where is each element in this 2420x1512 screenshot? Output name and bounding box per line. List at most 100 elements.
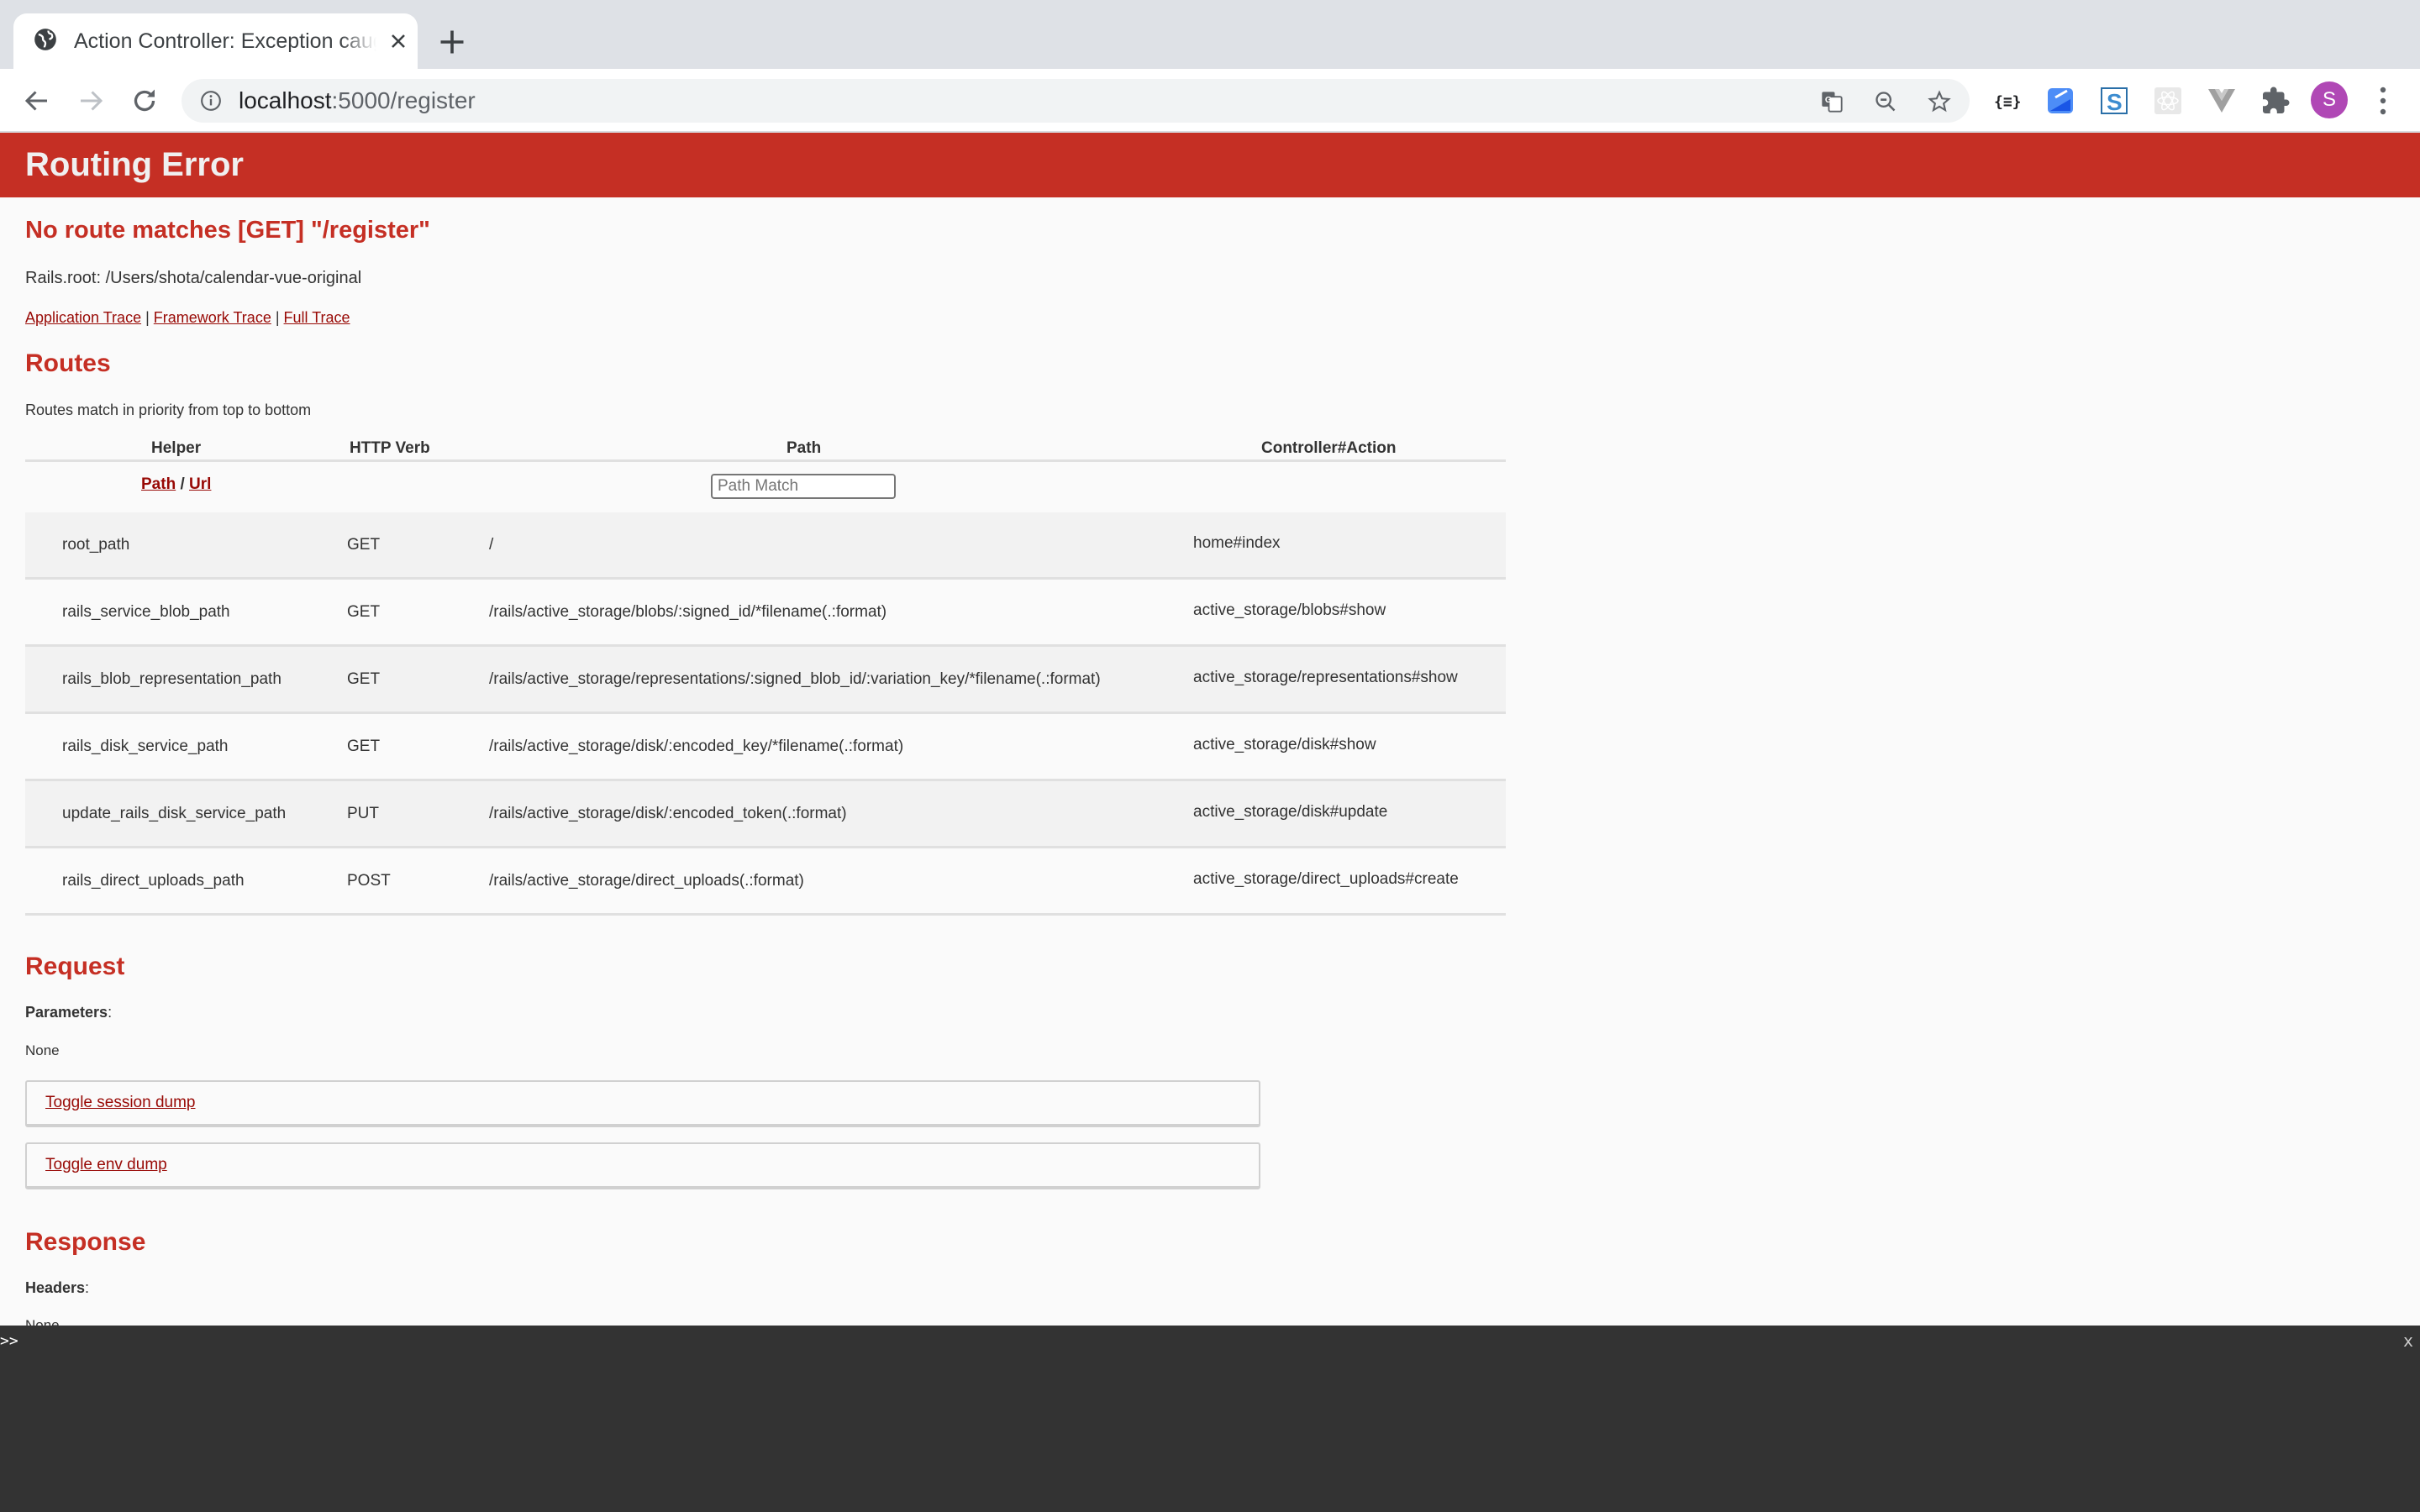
route-path: /rails/active_storage/representations/:s… [489, 670, 1101, 688]
web-console[interactable]: >> x [0, 1326, 2420, 1512]
route-row: rails_service_blob_path GET /rails/activ… [25, 580, 1506, 647]
profile-avatar[interactable]: S [2311, 81, 2348, 118]
extensions-puzzle-icon[interactable] [2260, 86, 2291, 116]
label-colon: : [85, 1279, 90, 1296]
parameters-value: None [25, 1042, 60, 1058]
trace-separator: | [145, 309, 150, 326]
column-header-verb: HTTP Verb [350, 439, 430, 457]
full-trace-link[interactable]: Full Trace [284, 309, 350, 326]
page-content: Routing Error No route matches [GET] "/r… [0, 133, 2420, 1326]
url-text[interactable]: localhost:5000/register [239, 79, 476, 123]
routes-filter-row: Path / Url [25, 462, 1506, 512]
route-action: active_storage/disk#update [1193, 803, 1388, 821]
route-verb: GET [347, 738, 381, 755]
toggle-session-dump-link[interactable]: Toggle session dump [45, 1094, 196, 1112]
headers-label-text: Headers [25, 1279, 86, 1296]
route-verb: POST [347, 872, 391, 890]
route-path: / [489, 536, 494, 554]
helper-toggle: Path / Url [141, 475, 211, 494]
column-header-helper: Helper [151, 439, 202, 457]
path-match-input[interactable] [711, 474, 896, 499]
route-row: rails_blob_representation_path GET /rail… [25, 647, 1506, 714]
route-row: update_rails_disk_service_path PUT /rail… [25, 781, 1506, 848]
routes-description: Routes match in priority from top to bot… [25, 402, 312, 418]
react-devtools-icon[interactable] [2153, 86, 2183, 116]
address-bar[interactable]: localhost:5000/register G [182, 79, 1970, 123]
tab-title: Action Controller: Exception caught [74, 29, 376, 53]
svg-text:G: G [1825, 95, 1832, 105]
back-icon[interactable] [22, 86, 52, 116]
route-helper: update_rails_disk_service_path [62, 805, 287, 822]
session-dump-box: Toggle session dump [25, 1080, 1260, 1127]
page-title: Routing Error [25, 146, 244, 183]
route-action: active_storage/disk#show [1193, 736, 1376, 753]
helper-path-toggle[interactable]: Path [141, 475, 176, 493]
extension-s-icon[interactable]: S [2099, 86, 2129, 116]
new-tab-icon[interactable] [437, 27, 467, 57]
column-header-action: Controller#Action [1261, 439, 1397, 457]
route-verb: GET [347, 536, 381, 554]
route-helper: rails_direct_uploads_path [62, 872, 245, 890]
globe-icon [34, 29, 56, 50]
console-prompt[interactable]: >> [0, 1332, 18, 1350]
route-helper: rails_disk_service_path [62, 738, 229, 755]
error-message: No route matches [GET] "/register" [25, 217, 430, 244]
application-trace-link[interactable]: Application Trace [25, 309, 141, 326]
toggle-env-dump-link[interactable]: Toggle env dump [45, 1156, 167, 1174]
routes-table-header: Helper HTTP Verb Path Controller#Action [25, 437, 1506, 462]
route-verb: GET [347, 670, 381, 688]
headers-label: Headers: [25, 1279, 89, 1297]
trace-separator: | [275, 309, 280, 326]
label-colon: : [108, 1004, 113, 1021]
browser-menu-icon[interactable] [2375, 84, 2391, 118]
bookmark-star-icon[interactable] [1928, 90, 1951, 113]
helper-toggle-separator: / [180, 475, 185, 493]
framework-trace-link[interactable]: Framework Trace [154, 309, 271, 326]
route-action: active_storage/blobs#show [1193, 601, 1386, 619]
route-path: /rails/active_storage/direct_uploads(.:f… [489, 872, 804, 890]
env-dump-box: Toggle env dump [25, 1142, 1260, 1189]
translate-icon[interactable]: G [1820, 90, 1844, 113]
site-info-icon[interactable] [200, 90, 222, 112]
console-close-button[interactable]: x [2403, 1331, 2413, 1351]
parameters-label: Parameters: [25, 1004, 112, 1021]
rails-root: Rails.root: /Users/shota/calendar-vue-or… [25, 269, 362, 287]
route-verb: GET [347, 603, 381, 621]
svg-text:{≡}: {≡} [1994, 93, 2022, 111]
forward-icon[interactable] [76, 86, 106, 116]
route-action: active_storage/representations#show [1193, 669, 1458, 686]
url-path: :5000/register [331, 87, 476, 113]
route-path: /rails/active_storage/disk/:encoded_key/… [489, 738, 904, 755]
route-helper: rails_service_blob_path [62, 603, 230, 621]
route-helper: rails_blob_representation_path [62, 670, 281, 688]
route-row: rails_direct_uploads_path POST /rails/ac… [25, 848, 1506, 916]
route-helper: root_path [62, 536, 130, 554]
route-action: active_storage/direct_uploads#create [1193, 870, 1459, 888]
response-heading: Response [25, 1228, 146, 1256]
svg-text:S: S [2107, 89, 2123, 115]
routes-table: Helper HTTP Verb Path Controller#Action … [25, 437, 1506, 916]
helper-url-toggle[interactable]: Url [189, 475, 211, 493]
json-formatter-icon[interactable]: {≡} [1991, 86, 2022, 116]
error-header: Routing Error [0, 133, 2420, 197]
extension-blue-icon[interactable] [2045, 86, 2075, 116]
tab-strip: Action Controller: Exception caught [0, 0, 2420, 69]
reload-icon[interactable] [129, 86, 160, 116]
route-path: /rails/active_storage/disk/:encoded_toke… [489, 805, 847, 822]
browser-toolbar: localhost:5000/register G {≡} S S [0, 69, 2420, 133]
column-header-path: Path [786, 439, 822, 457]
routes-rows: root_path GET / home#index rails_service… [25, 512, 1506, 916]
routes-heading: Routes [25, 349, 111, 377]
zoom-out-icon[interactable] [1874, 90, 1897, 113]
route-verb: PUT [347, 805, 379, 822]
parameters-label-text: Parameters [25, 1004, 108, 1021]
browser-tab[interactable]: Action Controller: Exception caught [13, 13, 418, 69]
route-row: root_path GET / home#index [25, 512, 1506, 580]
vue-devtools-icon[interactable] [2207, 86, 2237, 116]
headers-value: None [25, 1317, 60, 1326]
route-path: /rails/active_storage/blobs/:signed_id/*… [489, 603, 887, 621]
tab-close-icon[interactable] [387, 29, 410, 53]
url-host: localhost [239, 87, 332, 113]
trace-links: Application Trace | Framework Trace | Fu… [25, 309, 350, 327]
route-row: rails_disk_service_path GET /rails/activ… [25, 714, 1506, 781]
